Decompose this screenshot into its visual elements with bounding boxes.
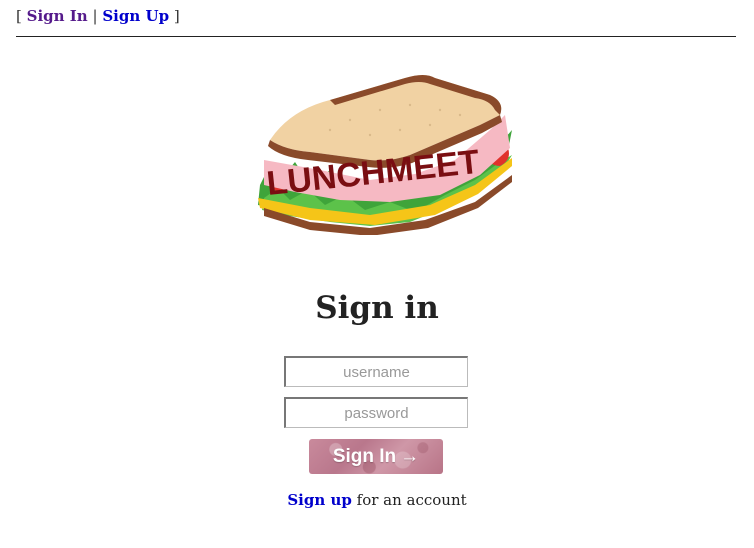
sign-in-button-label: Sign In xyxy=(332,445,397,467)
sandwich-logo-icon: LUNCHMEET xyxy=(258,75,512,235)
password-input[interactable] xyxy=(284,397,468,428)
username-input[interactable] xyxy=(284,356,468,387)
nav-close-bracket: ] xyxy=(173,7,180,25)
top-nav: [ Sign In | Sign Up ] xyxy=(16,7,180,25)
signup-suffix: for an account xyxy=(351,491,467,509)
sign-in-button[interactable]: Sign In → xyxy=(309,439,443,474)
signup-link[interactable]: Sign up xyxy=(287,491,352,509)
nav-sign-up-link[interactable]: Sign Up xyxy=(102,7,169,25)
signup-prompt: Sign up for an account xyxy=(0,491,754,509)
arrow-right-icon: → xyxy=(400,445,420,467)
nav-open-bracket: [ xyxy=(16,7,22,25)
nav-sign-in-link[interactable]: Sign In xyxy=(27,7,88,25)
nav-separator: | xyxy=(92,7,98,25)
header-divider xyxy=(16,36,736,37)
page-title: Sign in xyxy=(315,290,439,326)
